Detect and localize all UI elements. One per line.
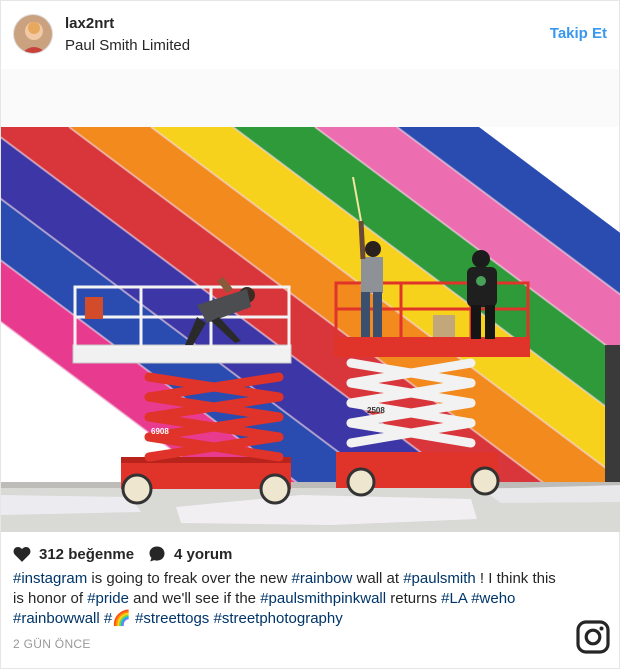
hashtag-link[interactable]: #🌈 bbox=[104, 610, 131, 627]
user-avatar[interactable] bbox=[13, 14, 53, 54]
hashtag-link[interactable]: #streettogs bbox=[135, 610, 209, 627]
lift-label-right: 2508 bbox=[367, 406, 385, 415]
username-link[interactable]: lax2nrt bbox=[65, 15, 114, 32]
instagram-post-card: lax2nrt Paul Smith Limited Takip Et 6908… bbox=[0, 0, 620, 669]
post-caption: #instagram is going to freak over the ne… bbox=[13, 569, 558, 629]
heart-icon[interactable] bbox=[13, 546, 31, 562]
hashtag-link[interactable]: #rainbow bbox=[291, 570, 352, 587]
like-action[interactable]: 312 beğenme bbox=[13, 546, 134, 563]
wall-doorway bbox=[605, 345, 620, 485]
curb bbox=[1, 482, 620, 488]
comment-action[interactable]: 4 yorum bbox=[148, 545, 232, 563]
post-actions: 312 beğenme 4 yorum bbox=[13, 541, 246, 567]
instagram-logo-icon[interactable] bbox=[576, 620, 610, 654]
hashtag-link[interactable]: #streetphotography bbox=[213, 610, 342, 627]
post-photo[interactable]: 6908 2508 bbox=[1, 127, 620, 532]
photo-top-border bbox=[1, 69, 619, 127]
caption-text: is going to freak over the new bbox=[87, 570, 292, 587]
post-header: lax2nrt Paul Smith Limited Takip Et bbox=[1, 1, 619, 69]
hashtag-link[interactable]: #LA bbox=[441, 590, 467, 607]
hashtag-link[interactable]: #pride bbox=[87, 590, 129, 607]
caption-text: returns bbox=[386, 590, 442, 607]
likes-count[interactable]: 312 beğenme bbox=[39, 546, 134, 563]
comments-count[interactable]: 4 yorum bbox=[174, 546, 232, 563]
hashtag-link[interactable]: #paulsmith bbox=[403, 570, 476, 587]
follow-button[interactable]: Takip Et bbox=[550, 25, 607, 42]
lift-label-left: 6908 bbox=[151, 427, 169, 436]
hashtag-link[interactable]: #weho bbox=[471, 590, 515, 607]
rainbow-wall-photo: 6908 2508 bbox=[1, 127, 620, 532]
location-link[interactable]: Paul Smith Limited bbox=[65, 37, 190, 54]
caption-text: wall at bbox=[352, 570, 404, 587]
hashtag-link[interactable]: #rainbowwall bbox=[13, 610, 100, 627]
post-time[interactable]: 2 GÜN ÖNCE bbox=[13, 637, 91, 651]
drop-cloth-left bbox=[1, 495, 141, 515]
caption-text: and we'll see if the bbox=[128, 590, 261, 607]
comment-bubble-icon[interactable] bbox=[148, 545, 166, 563]
avatar-image bbox=[14, 15, 52, 53]
hashtag-link[interactable]: #instagram bbox=[13, 570, 87, 587]
hashtag-link[interactable]: #paulsmithpinkwall bbox=[260, 590, 386, 607]
